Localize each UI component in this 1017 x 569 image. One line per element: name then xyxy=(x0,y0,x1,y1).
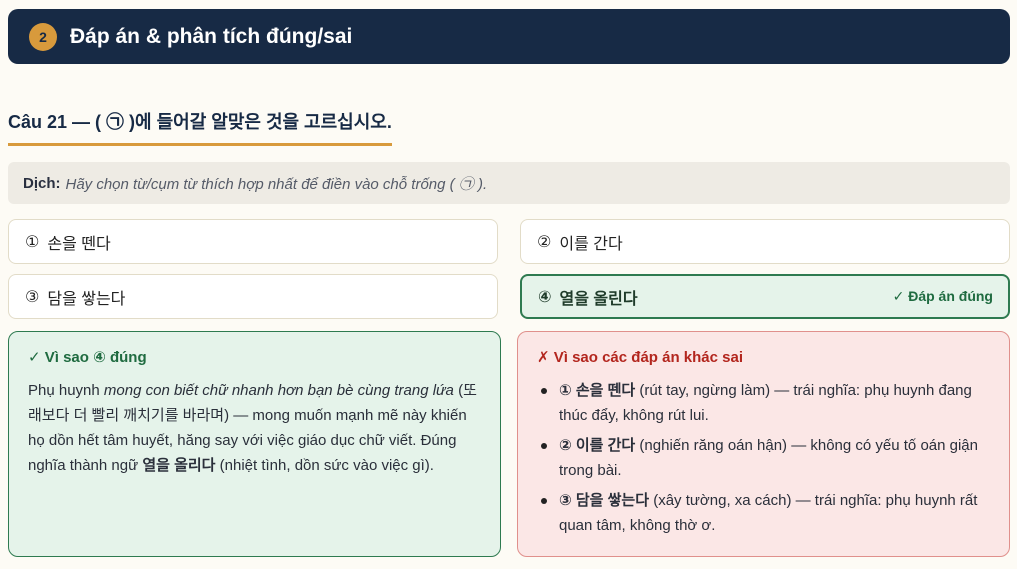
translation-box: Dịch: Hãy chọn từ/cụm từ thích hợp nhất … xyxy=(8,162,1010,204)
body-text: Phụ huynh xyxy=(28,382,104,399)
option-text: 열을 올린다 xyxy=(559,290,638,308)
wrong-answer-list: ① 손을 뗀다 (rút tay, ngừng làm) — trái nghĩ… xyxy=(537,378,990,538)
correct-panel-body: Phụ huynh mong con biết chữ nhanh hơn bạ… xyxy=(28,378,481,478)
option-text: 손을 뗀다 xyxy=(47,235,111,253)
option-2[interactable]: ② 이를 간다 xyxy=(520,219,1010,264)
translation-text: Hãy chọn từ/cụm từ thích hợp nhất để điề… xyxy=(65,175,488,193)
option-4-correct[interactable]: ④ 열을 올린다 ✓ Đáp án đúng xyxy=(520,274,1010,319)
body-text: (nhiệt tình, dồn sức vào việc gì). xyxy=(215,457,434,474)
idiom-highlight: 열을 올리다 xyxy=(142,457,216,474)
option-text: 이를 간다 xyxy=(559,235,623,253)
option-number: ④ xyxy=(538,288,552,306)
wrong-explanation-panel: ✗ Vì sao các đáp án khác sai ① 손을 뗀다 (rú… xyxy=(517,331,1010,557)
body-italic-text: mong con biết chữ nhanh hơn bạn bè cùng … xyxy=(103,382,454,399)
option-3[interactable]: ③ 담을 쌓는다 xyxy=(8,274,498,319)
section-title: Đáp án & phân tích đúng/sai xyxy=(70,24,353,48)
correct-explanation-panel: ✓ Vì sao ④ đúng Phụ huynh mong con biết … xyxy=(8,331,501,557)
option-number: ② xyxy=(537,233,552,251)
list-item: ③ 담을 쌓는다 (xây tường, xa cách) — trái ngh… xyxy=(537,488,990,538)
wrong-panel-title: ✗ Vì sao các đáp án khác sai xyxy=(537,349,744,366)
question-heading: Câu 21 — ( ㉠ )에 들어갈 알맞은 것을 고르십시오. xyxy=(8,108,392,146)
list-item: ① 손을 뗀다 (rút tay, ngừng làm) — trái nghĩ… xyxy=(537,378,990,428)
option-label: ③ 담을 쌓는다 xyxy=(559,492,650,509)
step-number-badge: 2 xyxy=(29,22,57,51)
option-label: ① 손을 뗀다 xyxy=(559,382,636,399)
option-number: ① xyxy=(25,233,40,251)
translation-label: Dịch: xyxy=(23,174,61,192)
correct-answer-badge: ✓ Đáp án đúng xyxy=(892,288,993,304)
option-number: ③ xyxy=(25,288,40,306)
correct-panel-title: ✓ Vì sao ④ đúng xyxy=(28,349,147,366)
section-header: 2 Đáp án & phân tích đúng/sai xyxy=(8,9,1010,64)
list-item: ② 이를 간다 (nghiến răng oán hận) — không có… xyxy=(537,433,990,483)
option-text: 담을 쌓는다 xyxy=(47,290,126,308)
option-1[interactable]: ① 손을 뗀다 xyxy=(8,219,498,264)
option-label: ② 이를 간다 xyxy=(559,437,636,454)
